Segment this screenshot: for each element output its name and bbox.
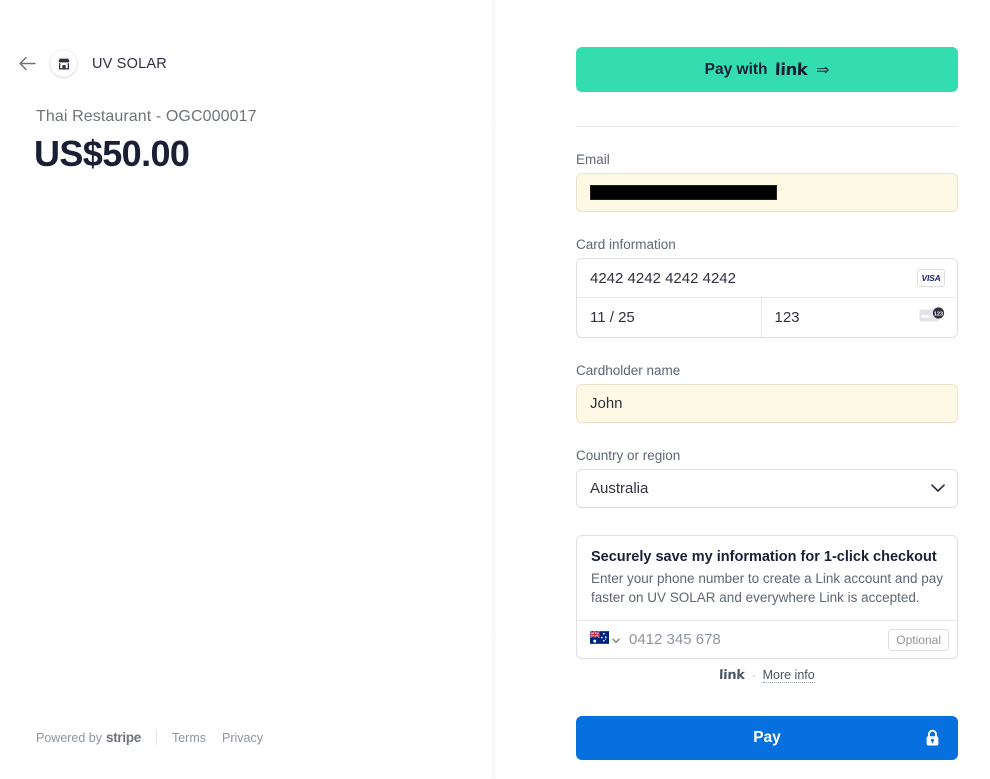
back-arrow-icon[interactable] xyxy=(14,51,40,77)
link-wordmark: link xyxy=(774,60,808,79)
card-information-label: Card information xyxy=(576,237,676,252)
flag-chevron-icon xyxy=(612,631,620,649)
card-expiry-value: 11 / 25 xyxy=(590,309,635,326)
card-information-group: 4242 4242 4242 4242 VISA 11 / 25 123 123 xyxy=(576,258,958,338)
checkout-page: UV SOLAR Thai Restaurant - OGC000017 US$… xyxy=(0,0,990,779)
email-input[interactable] xyxy=(576,173,958,212)
pay-button-label: Pay xyxy=(753,729,781,747)
link-phone-row: 0412 345 678 Optional xyxy=(577,620,957,658)
link-footer: link · More info xyxy=(576,668,958,684)
chevron-down-icon xyxy=(931,480,945,497)
more-info-link[interactable]: More info xyxy=(762,668,815,684)
link-footer-separator: · xyxy=(751,669,756,682)
card-number-input[interactable]: 4242 4242 4242 4242 VISA xyxy=(577,259,957,298)
link-arrow-icon: ⇒ xyxy=(815,61,830,79)
visa-brand-icon: VISA xyxy=(917,269,945,287)
card-number-value: 4242 4242 4242 4242 xyxy=(590,269,736,287)
storefront-icon xyxy=(50,50,77,77)
country-label: Country or region xyxy=(576,448,681,463)
optional-badge: Optional xyxy=(888,628,949,651)
payment-form-panel: Pay with link ⇒ Email Card information 4… xyxy=(497,0,990,779)
stripe-wordmark: stripe xyxy=(106,730,141,745)
merchant-name: UV SOLAR xyxy=(92,55,167,72)
powered-by-stripe[interactable]: Powered by stripe xyxy=(36,730,141,745)
link-save-info-header: Securely save my information for 1-click… xyxy=(577,536,957,620)
lock-icon xyxy=(925,729,940,747)
svg-text:123: 123 xyxy=(934,311,943,317)
card-expiry-input[interactable]: 11 / 25 xyxy=(577,298,762,337)
link-save-info-description: Enter your phone number to create a Link… xyxy=(591,571,943,606)
order-amount: US$50.00 xyxy=(34,133,190,174)
card-cvc-value: 123 xyxy=(774,309,800,326)
country-value: Australia xyxy=(590,480,649,497)
cardholder-name-input[interactable]: John xyxy=(576,384,958,423)
phone-input[interactable]: 0412 345 678 xyxy=(629,631,888,648)
cardholder-name-value: John xyxy=(590,395,623,412)
panel-divider xyxy=(490,0,497,779)
order-summary-panel: UV SOLAR Thai Restaurant - OGC000017 US$… xyxy=(0,0,497,779)
email-redaction-bar xyxy=(590,185,777,200)
terms-link[interactable]: Terms xyxy=(172,731,206,745)
order-description: Thai Restaurant - OGC000017 xyxy=(36,108,257,125)
email-label: Email xyxy=(576,152,610,167)
cvc-card-icon: 123 xyxy=(919,307,945,328)
pay-button[interactable]: Pay xyxy=(576,716,958,761)
link-footer-wordmark: link xyxy=(719,668,746,684)
page-footer: Powered by stripe Terms Privacy xyxy=(36,730,279,745)
australia-flag-icon xyxy=(589,630,609,649)
merchant-header: UV SOLAR xyxy=(14,50,167,77)
payment-form: Pay with link ⇒ Email Card information 4… xyxy=(576,0,958,761)
footer-divider xyxy=(155,730,157,745)
link-save-info-title: Securely save my information for 1-click… xyxy=(591,549,937,565)
pay-with-link-button[interactable]: Pay with link ⇒ xyxy=(576,47,958,92)
country-select[interactable]: Australia xyxy=(576,469,958,508)
powered-by-label: Powered by xyxy=(36,731,103,745)
privacy-link[interactable]: Privacy xyxy=(222,731,263,745)
country-flag-select[interactable] xyxy=(589,630,620,649)
pay-with-link-prefix: Pay with xyxy=(704,60,768,78)
card-expiry-cvc-row: 11 / 25 123 123 xyxy=(577,298,957,337)
cardholder-name-label: Cardholder name xyxy=(576,363,681,378)
form-divider xyxy=(576,126,958,127)
card-cvc-input[interactable]: 123 123 xyxy=(762,298,958,337)
link-save-info-box: Securely save my information for 1-click… xyxy=(576,535,958,660)
